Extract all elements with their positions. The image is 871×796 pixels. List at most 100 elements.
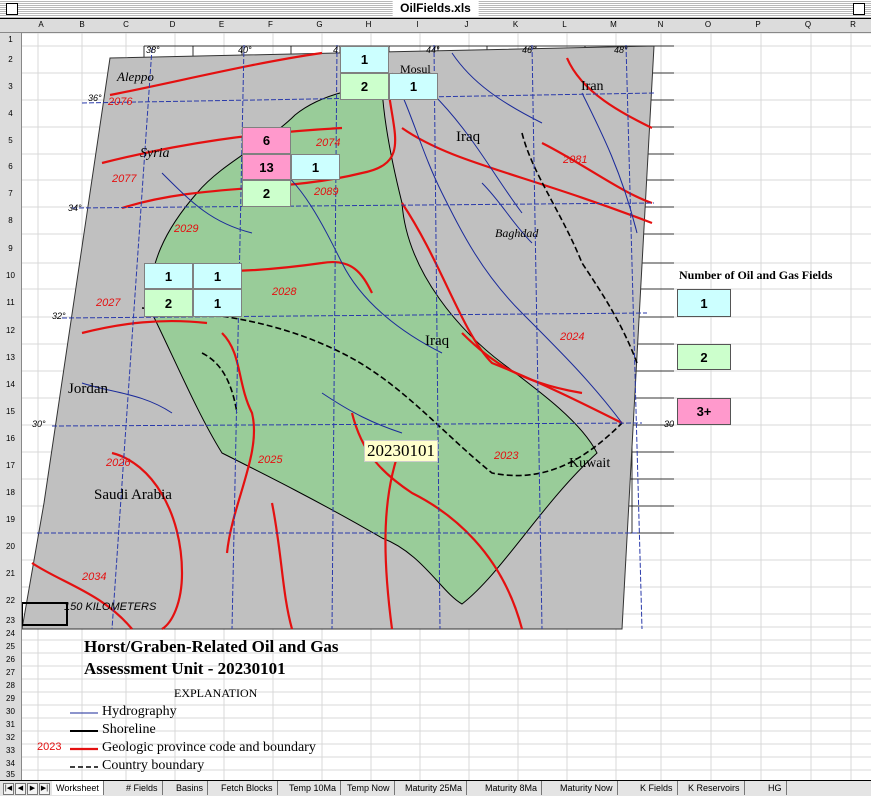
first-sheet-button[interactable]: |◀ xyxy=(3,783,14,795)
row-header[interactable]: 14 xyxy=(0,380,21,389)
assessment-unit-label: 20230101 xyxy=(364,440,438,462)
sheet-tab-fetch-blocks[interactable]: Fetch Blocks xyxy=(217,781,278,795)
column-header[interactable]: R xyxy=(833,20,871,29)
province-code-2025: 2025 xyxy=(258,454,283,466)
window-titlebar[interactable]: OilFields.xls xyxy=(0,0,871,19)
column-header[interactable]: G xyxy=(295,20,344,29)
column-header[interactable]: F xyxy=(246,20,295,29)
column-header[interactable]: L xyxy=(540,20,589,29)
row-header[interactable]: 24 xyxy=(0,629,21,638)
row-header[interactable]: 27 xyxy=(0,668,21,677)
explanation-title: EXPLANATION xyxy=(174,686,258,700)
explanation-code-sample: 2023 xyxy=(37,741,62,753)
row-header[interactable]: 1 xyxy=(0,35,21,44)
row-header[interactable]: 28 xyxy=(0,681,21,690)
zoom-box-icon[interactable] xyxy=(853,3,865,15)
field-cell-h2[interactable]: 1 xyxy=(340,46,389,73)
prev-sheet-button[interactable]: ◀ xyxy=(15,783,26,795)
row-header[interactable]: 9 xyxy=(0,244,21,253)
field-cell-d11[interactable]: 2 xyxy=(144,289,193,317)
row-header[interactable]: 3 xyxy=(0,82,21,91)
column-header[interactable]: B xyxy=(60,20,104,29)
last-sheet-button[interactable]: ▶| xyxy=(39,783,50,795)
row-header[interactable]: 22 xyxy=(0,596,21,605)
lon-40: 40° xyxy=(238,45,252,55)
province-code-2024: 2024 xyxy=(560,331,585,343)
sheet-tab-fields[interactable]: # Fields xyxy=(122,781,163,795)
row-header[interactable]: 23 xyxy=(0,616,21,625)
next-sheet-button[interactable]: ▶ xyxy=(27,783,38,795)
field-cell-e10[interactable]: 1 xyxy=(193,263,242,289)
column-header[interactable]: D xyxy=(148,20,197,29)
row-header[interactable]: 10 xyxy=(0,271,21,280)
column-header[interactable]: J xyxy=(442,20,491,29)
field-cell-f7[interactable]: 2 xyxy=(242,180,291,207)
province-code-2026: 2026 xyxy=(106,457,131,469)
place-iraq-north: Iraq xyxy=(456,129,481,145)
row-header[interactable]: 15 xyxy=(0,407,21,416)
row-header[interactable]: 21 xyxy=(0,569,21,578)
row-header[interactable]: 31 xyxy=(0,720,21,729)
field-cell-h3[interactable]: 2 xyxy=(340,73,389,100)
row-header[interactable]: 19 xyxy=(0,515,21,524)
sheet-tab-maturity-25ma[interactable]: Maturity 25Ma xyxy=(401,781,468,795)
field-cell-d10[interactable]: 1 xyxy=(144,263,193,289)
sheet-tab-k-fields[interactable]: K Fields xyxy=(636,781,678,795)
column-header[interactable]: K xyxy=(491,20,540,29)
row-header[interactable]: 34 xyxy=(0,759,21,768)
close-box-icon[interactable] xyxy=(6,3,18,15)
column-header[interactable]: E xyxy=(197,20,246,29)
column-header[interactable]: A xyxy=(22,20,60,29)
field-cell-f5[interactable]: 6 xyxy=(242,127,291,154)
field-cell-f6[interactable]: 13 xyxy=(242,154,291,180)
column-header[interactable]: C xyxy=(104,20,148,29)
sheet-tab-hg[interactable]: HG xyxy=(764,781,787,795)
field-cell-i3[interactable]: 1 xyxy=(389,73,438,100)
row-header[interactable]: 26 xyxy=(0,655,21,664)
row-header[interactable]: 20 xyxy=(0,542,21,551)
province-code-2023: 2023 xyxy=(494,450,519,462)
explanation-shoreline: Shoreline xyxy=(102,722,156,737)
field-cell-g6[interactable]: 1 xyxy=(291,154,340,180)
row-header[interactable]: 6 xyxy=(0,162,21,171)
column-header[interactable]: Q xyxy=(783,20,833,29)
row-header[interactable]: 33 xyxy=(0,746,21,755)
sheet-tab-basins[interactable]: Basins xyxy=(172,781,209,795)
sheet-tab-worksheet[interactable]: Worksheet xyxy=(52,781,104,795)
column-header[interactable]: I xyxy=(393,20,442,29)
row-header[interactable]: 7 xyxy=(0,189,21,198)
column-header[interactable]: O xyxy=(683,20,733,29)
column-header[interactable]: H xyxy=(344,20,393,29)
province-code-2089: 2089 xyxy=(314,186,339,198)
heading-line-2: Assessment Unit - 20230101 xyxy=(84,659,286,678)
sheet-tab-temp-now[interactable]: Temp Now xyxy=(343,781,395,795)
worksheet-area[interactable]: Aleppo Mosul Iran Syria Iraq Baghdad Ira… xyxy=(22,33,871,780)
row-header[interactable]: 25 xyxy=(0,642,21,651)
row-header[interactable]: 12 xyxy=(0,326,21,335)
row-header[interactable]: 11 xyxy=(0,298,21,307)
column-header[interactable]: P xyxy=(733,20,783,29)
row-header[interactable]: 5 xyxy=(0,136,21,145)
row-header[interactable]: 30 xyxy=(0,707,21,716)
sheet-tab-temp-10ma[interactable]: Temp 10Ma xyxy=(285,781,342,795)
row-header[interactable]: 2 xyxy=(0,55,21,64)
row-header[interactable]: 13 xyxy=(0,353,21,362)
sheet-tab-k-reservoirs[interactable]: K Reservoirs xyxy=(684,781,745,795)
row-header[interactable]: 35 xyxy=(0,770,21,779)
lat-34: 34° xyxy=(68,203,82,213)
row-header[interactable]: 16 xyxy=(0,434,21,443)
column-header[interactable]: M xyxy=(589,20,638,29)
sheet-tab-maturity-8ma[interactable]: Maturity 8Ma xyxy=(481,781,543,795)
lat-30: 30° xyxy=(32,419,46,429)
row-header[interactable]: 18 xyxy=(0,488,21,497)
row-header[interactable]: 17 xyxy=(0,461,21,470)
row-header[interactable]: 8 xyxy=(0,216,21,225)
row-header[interactable]: 32 xyxy=(0,733,21,742)
place-jordan: Jordan xyxy=(68,381,108,397)
field-cell-e11[interactable]: 1 xyxy=(193,289,242,317)
column-header[interactable]: N xyxy=(638,20,683,29)
lat-36: 36° xyxy=(88,93,102,103)
row-header[interactable]: 4 xyxy=(0,109,21,118)
sheet-tab-maturity-now[interactable]: Maturity Now xyxy=(556,781,618,795)
row-header[interactable]: 29 xyxy=(0,694,21,703)
